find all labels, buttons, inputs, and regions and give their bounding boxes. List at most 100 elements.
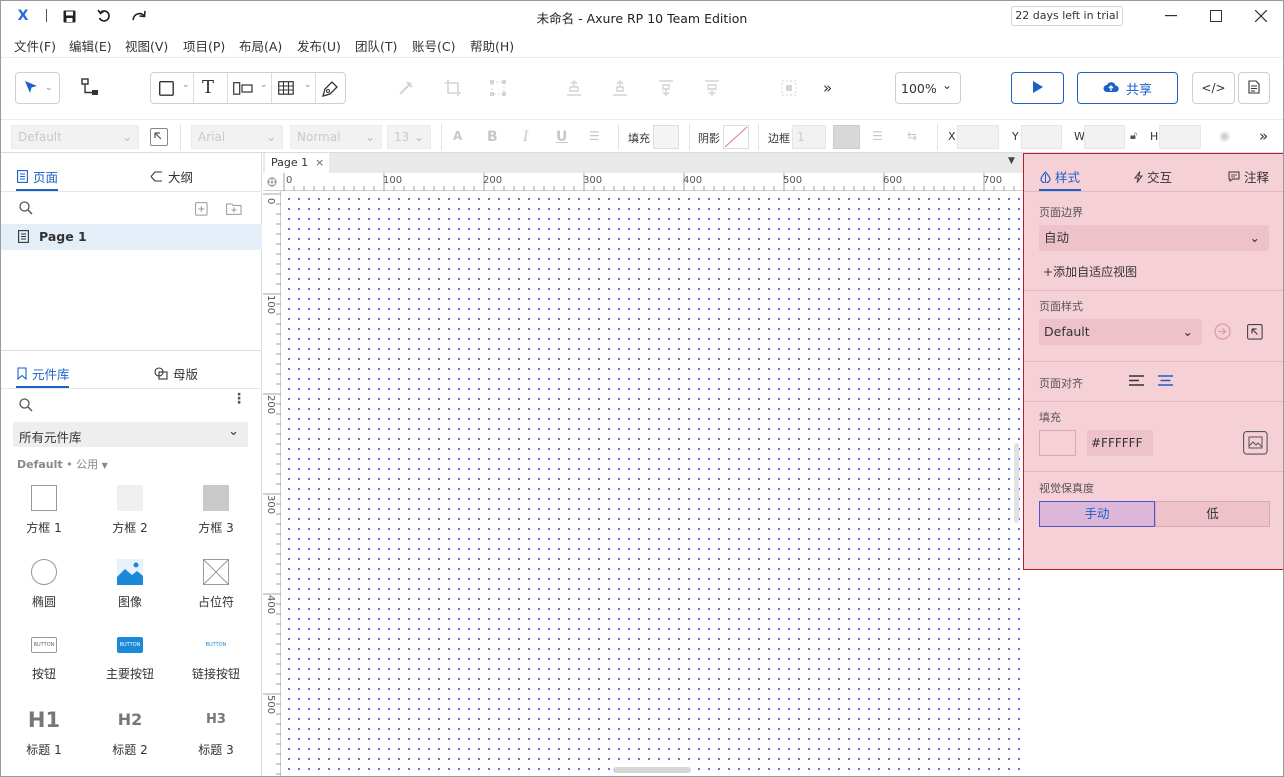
add-adaptive-view-link[interactable]: +添加自适应视图 [1043, 263, 1137, 280]
lock-icon[interactable]: 🔓︎ [1130, 129, 1137, 143]
tab-interactions[interactable]: 交互 [1134, 167, 1172, 186]
lib-item-box1[interactable]: 方框 1 [1, 485, 87, 536]
add-folder-icon[interactable] [226, 202, 242, 218]
tabs-dropdown-icon[interactable]: ▼ [1008, 156, 1015, 166]
line-style-icon[interactable]: ☰ [872, 129, 883, 143]
library-group-header[interactable]: Default • 公用 ▼ [17, 456, 108, 472]
apply-style-icon[interactable] [1214, 323, 1231, 343]
trial-badge[interactable]: 22 days left in trial [1011, 6, 1123, 26]
fill-color-swatch[interactable] [653, 125, 679, 149]
lib-item-link-button[interactable]: BUTTON 链接按钮 [173, 637, 259, 682]
fill-hex-input[interactable]: #FFFFFF [1087, 430, 1153, 456]
chevron-down-icon[interactable]: ⌄ [304, 80, 312, 90]
zoom-select[interactable]: 100% ⌄ [895, 72, 961, 104]
chevron-down-icon[interactable]: ⌄ [260, 80, 268, 90]
close-icon[interactable] [1238, 1, 1283, 31]
select-tool-button[interactable]: ⌄ [15, 72, 60, 104]
lib-item-heading1[interactable]: H1 标题 1 [1, 707, 87, 758]
font-weight-select[interactable]: Normal ⌄ [290, 125, 382, 149]
lib-item-heading3[interactable]: H3 标题 3 [173, 707, 259, 758]
lib-item-button[interactable]: BUTTON 按钮 [1, 637, 87, 682]
horizontal-scrollbar[interactable] [613, 767, 691, 773]
tab-masters[interactable]: 母版 [154, 364, 198, 383]
doc-button[interactable] [1238, 72, 1270, 104]
pen-tool-icon[interactable] [321, 80, 339, 101]
bring-forward-icon[interactable] [608, 76, 632, 100]
list-icon[interactable]: ☰ [589, 129, 600, 143]
distribute-icon[interactable] [777, 76, 801, 100]
bring-front-icon[interactable] [562, 76, 586, 100]
lib-item-ellipse[interactable]: 椭圆 [1, 559, 87, 610]
vertical-scrollbar[interactable] [1014, 443, 1019, 523]
edit-style-icon[interactable] [1247, 324, 1263, 343]
page-bounds-select[interactable]: 自动 ⌄ [1039, 225, 1269, 251]
menu-layout[interactable]: 布局(A) [239, 36, 282, 55]
share-button[interactable]: 共享 [1077, 72, 1178, 104]
bold-icon[interactable]: B [487, 129, 498, 145]
border-color-swatch[interactable] [833, 125, 860, 149]
chevron-down-icon[interactable]: ⌄ [182, 80, 190, 90]
transform-icon[interactable] [486, 76, 510, 100]
tab-pages[interactable]: 页面 [17, 167, 58, 186]
more-tools-icon[interactable]: » [823, 79, 832, 97]
close-tab-icon[interactable]: × [315, 153, 324, 172]
shadow-swatch[interactable] [723, 125, 749, 149]
minimize-icon[interactable] [1148, 1, 1194, 31]
font-color-icon[interactable]: A [453, 129, 462, 143]
dynamic-panel-tool-icon[interactable] [233, 82, 253, 98]
search-icon[interactable] [19, 398, 33, 415]
tab-page1[interactable]: Page 1 × [265, 153, 329, 173]
lib-item-heading2[interactable]: H2 标题 2 [87, 707, 173, 758]
menu-help[interactable]: 帮助(H) [470, 36, 514, 55]
library-selector[interactable]: 所有元件库 ⌄ [13, 422, 248, 447]
visibility-icon[interactable]: ◉ [1219, 129, 1230, 144]
more-format-icon[interactable]: » [1259, 127, 1268, 145]
send-backward-icon[interactable] [654, 76, 678, 100]
menu-project[interactable]: 项目(P) [183, 36, 225, 55]
menu-file[interactable]: 文件(F) [14, 36, 56, 55]
arrow-style-icon[interactable]: ⇆ [907, 129, 917, 143]
fill-color-swatch[interactable] [1039, 430, 1076, 456]
h-input[interactable] [1159, 125, 1201, 149]
font-family-select[interactable]: Arial ⌄ [191, 125, 283, 149]
page-style-select[interactable]: Default ⌄ [1039, 319, 1202, 345]
tab-outline[interactable]: 大纲 [150, 167, 193, 186]
preview-button[interactable] [1011, 72, 1064, 104]
text-tool-icon[interactable]: T [202, 77, 214, 98]
send-back-icon[interactable] [700, 76, 724, 100]
fidelity-manual-button[interactable]: 手动 [1039, 501, 1155, 527]
font-size-select[interactable]: 13 ⌄ [387, 125, 431, 149]
menu-view[interactable]: 视图(V) [125, 36, 168, 55]
underline-icon[interactable]: U [556, 129, 567, 145]
y-input[interactable] [1021, 125, 1062, 149]
tab-style[interactable]: 样式 [1040, 167, 1080, 186]
lib-item-primary-button[interactable]: BUTTON 主要按钮 [87, 637, 173, 682]
menu-publish[interactable]: 发布(U) [297, 36, 341, 55]
style-edit-icon[interactable] [150, 128, 168, 146]
align-left-icon[interactable] [1129, 375, 1144, 389]
add-page-icon[interactable] [195, 202, 208, 219]
menu-team[interactable]: 团队(T) [355, 36, 397, 55]
menu-edit[interactable]: 编辑(E) [69, 36, 112, 55]
fill-image-icon[interactable] [1243, 431, 1268, 458]
maximize-icon[interactable] [1193, 1, 1239, 31]
style-select[interactable]: Default ⌄ [11, 125, 139, 149]
tab-library[interactable]: 元件库 [17, 364, 70, 383]
code-view-button[interactable]: </> [1192, 72, 1235, 104]
format-painter-icon[interactable] [394, 76, 418, 100]
italic-icon[interactable]: I [523, 129, 529, 145]
tab-notes[interactable]: 注释 [1228, 167, 1269, 186]
lib-item-placeholder[interactable]: 占位符 [173, 559, 259, 610]
w-input[interactable] [1084, 125, 1125, 149]
lib-item-box3[interactable]: 方框 3 [173, 485, 259, 536]
connector-tool-icon[interactable] [78, 75, 102, 99]
rectangle-tool-icon[interactable] [158, 80, 174, 99]
x-input[interactable] [957, 125, 999, 149]
more-options-icon[interactable]: ⋮ [232, 392, 246, 406]
design-canvas[interactable] [281, 191, 1023, 776]
page-item-page1[interactable]: Page 1 [1, 224, 262, 250]
lib-item-image[interactable]: 图像 [87, 559, 173, 610]
table-tool-icon[interactable] [278, 81, 294, 98]
lib-item-box2[interactable]: 方框 2 [87, 485, 173, 536]
search-icon[interactable] [19, 201, 33, 218]
